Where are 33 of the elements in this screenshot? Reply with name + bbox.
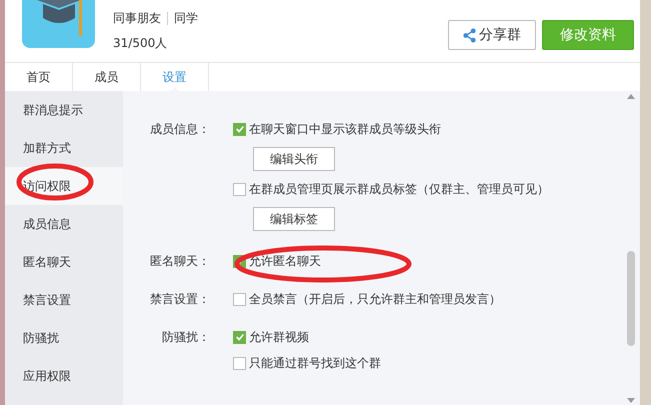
edit-button[interactable]: 编辑标签: [253, 207, 335, 231]
checkbox[interactable]: [233, 356, 246, 370]
sidebar-item[interactable]: 应用权限: [5, 357, 123, 395]
group-tag: 同学: [174, 10, 198, 27]
sidebar-item[interactable]: 加群方式: [5, 129, 123, 167]
share-group-button[interactable]: 分享群: [448, 20, 536, 50]
setting-label: 成员信息：: [149, 121, 211, 137]
scrollbar-thumb[interactable]: [627, 251, 635, 346]
checkbox-label: 允许群视频: [249, 329, 309, 345]
checkbox-label: 只能通过群号找到这个群: [249, 355, 381, 371]
share-icon: [463, 28, 476, 42]
checkmark-icon: [234, 332, 244, 342]
checkbox-label: 在群成员管理页展示群成员标签（仅群主、管理员可见）: [249, 181, 549, 197]
checkbox[interactable]: [233, 182, 246, 196]
checkbox-label: 全员禁言（开启后，只允许群主和管理员发言）: [249, 291, 501, 307]
setting-label: 防骚扰：: [161, 329, 211, 345]
edit-button[interactable]: 编辑头衔: [253, 147, 335, 171]
setting-label: 匿名聊天：: [149, 253, 211, 269]
checkmark-icon: [234, 124, 244, 134]
checkbox-label: 在聊天窗口中显示该群成员等级头衔: [249, 121, 441, 137]
sidebar-item[interactable]: 成员信息: [5, 205, 123, 243]
checkbox[interactable]: [233, 122, 246, 136]
scroll-down-icon[interactable]: [627, 398, 635, 403]
sidebar-item[interactable]: 群消息提示: [5, 91, 123, 129]
sidebar-item[interactable]: 防骚扰: [5, 319, 123, 357]
scroll-up-icon[interactable]: [627, 94, 635, 99]
sidebar-item[interactable]: 匿名聊天: [5, 243, 123, 281]
checkbox[interactable]: [233, 292, 246, 306]
sidebar-item[interactable]: 禁言设置: [5, 281, 123, 319]
member-count: 31/500人: [113, 35, 168, 52]
group-tag: 同事朋友: [113, 10, 161, 27]
checkbox[interactable]: [233, 330, 246, 344]
setting-label: 禁言设置：: [149, 291, 211, 307]
